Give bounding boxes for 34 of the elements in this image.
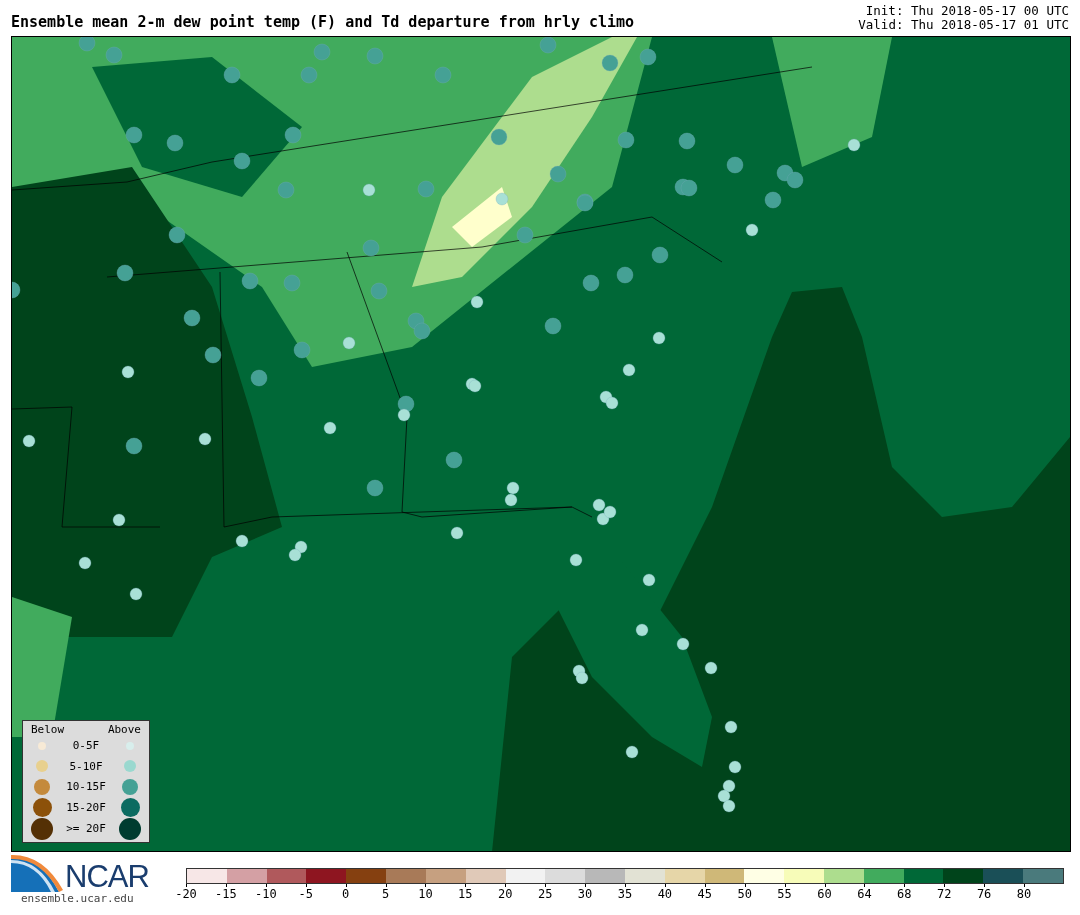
tick-label: 35 bbox=[617, 887, 633, 901]
tick-label: 15 bbox=[458, 887, 473, 901]
tick-label: -10 bbox=[254, 887, 277, 901]
init-time: Init: Thu 2018-05-17 00 UTC bbox=[865, 4, 1069, 18]
tick-label: -15 bbox=[215, 887, 237, 901]
legend-header: Above bbox=[107, 722, 141, 736]
tick-label: -5 bbox=[298, 887, 313, 901]
tick-label: 76 bbox=[976, 887, 992, 901]
website-url: ensemble.ucar.edu bbox=[21, 892, 135, 905]
tick-label: 50 bbox=[737, 887, 752, 901]
tick-label: 55 bbox=[777, 887, 792, 901]
legend-label: 15-20F bbox=[66, 800, 106, 814]
logo-text: NCAR bbox=[65, 862, 149, 892]
tick-label: 30 bbox=[577, 887, 593, 901]
legend-label: 0-5F bbox=[72, 739, 100, 753]
legend-header: Below bbox=[31, 722, 65, 736]
tick-label: 20 bbox=[498, 887, 513, 901]
legend-label: >= 20F bbox=[66, 822, 106, 835]
tick-label: 68 bbox=[897, 887, 912, 901]
tick-label: 10 bbox=[418, 887, 433, 901]
tick-label: 80 bbox=[1016, 887, 1032, 901]
legend-label: 5-10F bbox=[69, 759, 103, 773]
tick-label: 60 bbox=[817, 887, 832, 901]
tick-label: -20 bbox=[175, 887, 197, 901]
legend-label: 10-15F bbox=[66, 780, 106, 794]
tick-label: 64 bbox=[857, 887, 872, 901]
chart-title: Ensemble mean 2-m dew point temp (F) and Td departure from hrly climo bbox=[11, 13, 635, 31]
tick-label: 5 bbox=[381, 887, 390, 901]
valid-time: Valid: Thu 2018-05-17 01 UTC bbox=[858, 18, 1069, 32]
tick-label: 72 bbox=[937, 887, 952, 901]
tick-label: 0 bbox=[342, 887, 350, 901]
tick-label: 25 bbox=[537, 887, 553, 901]
tick-label: 40 bbox=[657, 887, 673, 901]
tick-label: 45 bbox=[697, 887, 712, 901]
